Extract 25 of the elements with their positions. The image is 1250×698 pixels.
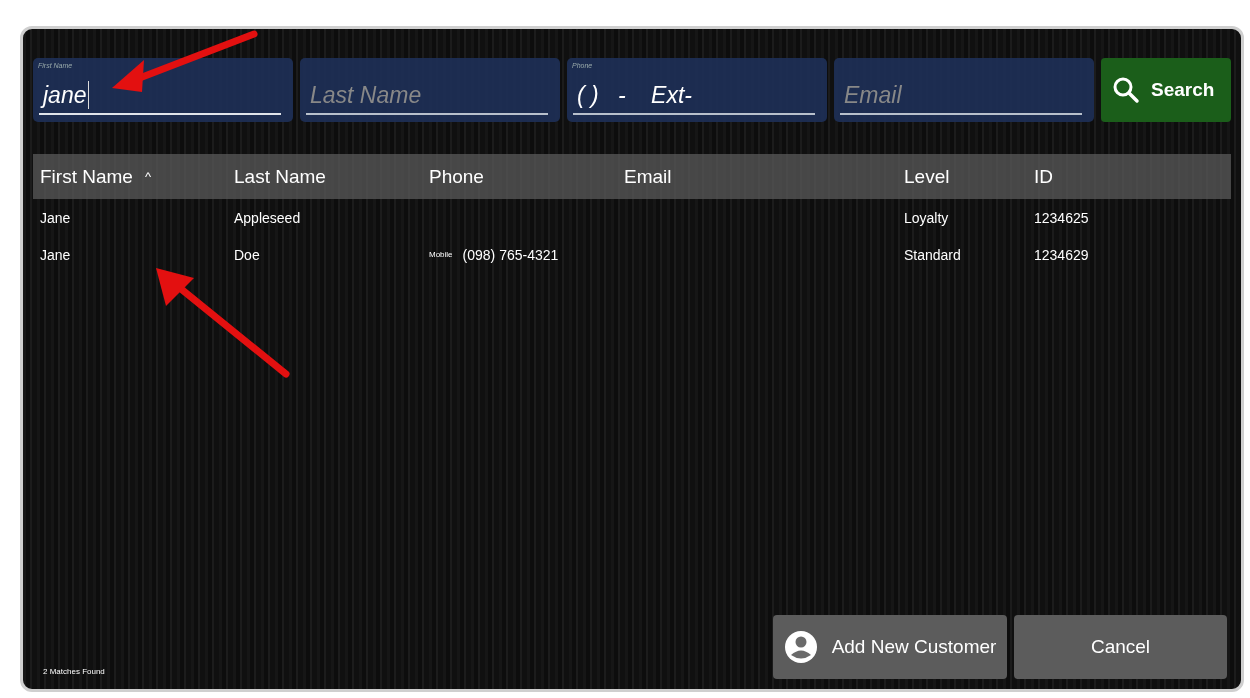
search-field[interactable]: Last Name — [300, 58, 560, 122]
column-header[interactable]: Last Name — [234, 165, 326, 188]
cancel-button[interactable]: Cancel — [1014, 615, 1227, 679]
match-count: 2 Matches Found — [43, 667, 105, 676]
column-header[interactable]: ID — [1034, 165, 1053, 188]
table-cell: Jane — [40, 246, 71, 263]
search-button[interactable]: Search — [1101, 58, 1231, 122]
search-icon — [1111, 75, 1141, 105]
table-cell: (098) 765-4321 — [462, 246, 559, 263]
add-customer-button[interactable]: Add New Customer — [773, 615, 1007, 679]
search-field[interactable]: Email — [834, 58, 1094, 122]
table-cell: Jane — [40, 209, 71, 226]
column-header[interactable]: Phone — [429, 165, 484, 188]
table-cell: Loyalty — [904, 209, 949, 226]
column-header[interactable]: Email — [624, 165, 672, 188]
phone-type-label: Mobile — [429, 250, 453, 259]
column-header[interactable]: Level — [904, 165, 950, 188]
sort-indicator: ^ — [144, 169, 151, 184]
table-cell: Appleseed — [234, 209, 301, 226]
table-cell: 1234629 — [1034, 246, 1089, 263]
table-cell: Doe — [234, 246, 260, 263]
column-header[interactable]: First Name — [40, 165, 133, 188]
table-cell: 1234625 — [1034, 209, 1089, 226]
table-cell: Standard — [904, 246, 961, 263]
person-icon — [783, 630, 818, 664]
